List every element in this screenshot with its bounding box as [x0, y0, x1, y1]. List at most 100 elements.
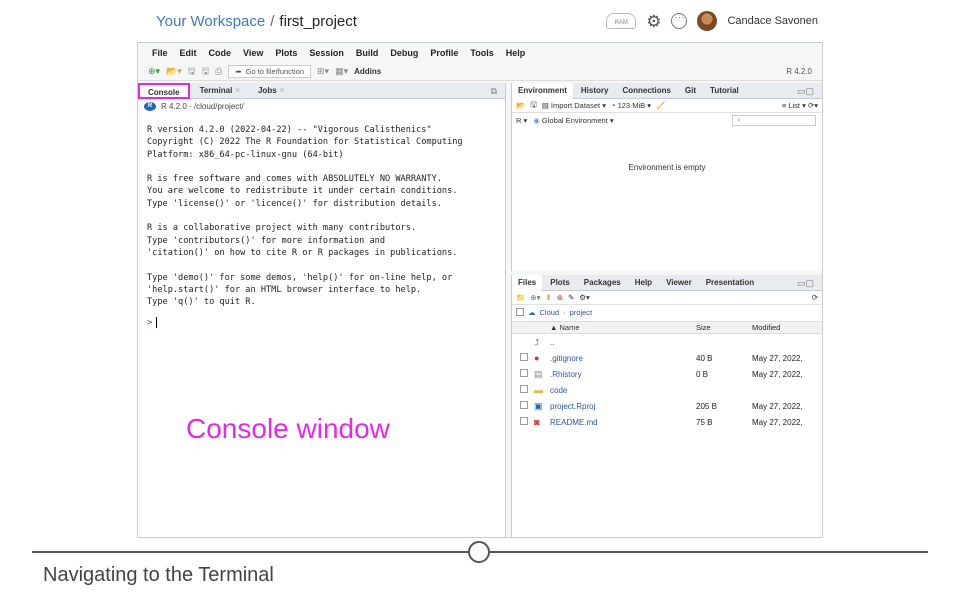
environment-pane: Environment History Connections Git Tuto…: [511, 82, 822, 271]
tab-help[interactable]: Help: [629, 275, 658, 291]
tab-environment[interactable]: Environment: [512, 82, 573, 99]
tab-viewer[interactable]: Viewer: [660, 275, 698, 291]
file-name[interactable]: code: [550, 386, 696, 395]
breadcrumb-cloud[interactable]: Cloud: [540, 308, 560, 317]
console-prompt[interactable]: >: [138, 317, 505, 329]
tab-presentation[interactable]: Presentation: [700, 275, 760, 291]
menu-file[interactable]: File: [152, 48, 168, 58]
gear-icon[interactable]: ⚙: [646, 13, 661, 30]
menu-plots[interactable]: Plots: [275, 48, 297, 58]
maximize-pane-icon[interactable]: ⧉: [491, 86, 497, 97]
grid-icon[interactable]: ▦▾: [335, 66, 348, 77]
open-folder-icon[interactable]: 📂: [516, 101, 525, 110]
menu-help[interactable]: Help: [506, 48, 526, 58]
file-row[interactable]: ◙ README.md 75 B May 27, 2022,: [512, 414, 822, 430]
tab-history[interactable]: History: [575, 83, 615, 99]
tab-tutorial[interactable]: Tutorial: [704, 83, 745, 99]
file-row[interactable]: ▣ project.Rproj 205 B May 27, 2022,: [512, 398, 822, 414]
layout-icon[interactable]: ⊞▾: [317, 66, 329, 77]
files-pane: Files Plots Packages Help Viewer Present…: [511, 274, 822, 537]
menu-session[interactable]: Session: [309, 48, 344, 58]
column-name[interactable]: ▲ Name: [550, 323, 696, 332]
tab-jobs[interactable]: Jobs ×: [250, 83, 292, 99]
parent-directory-row[interactable]: ⮥ ..: [512, 334, 822, 350]
console-line: Type 'demo()' for some demos, 'help()' f…: [147, 272, 453, 283]
menu-edit[interactable]: Edit: [180, 48, 197, 58]
file-size: 0 B: [696, 369, 709, 379]
file-row[interactable]: ● .gitignore 40 B May 27, 2022,: [512, 350, 822, 366]
global-env-selector[interactable]: ◉ Global Environment ▾: [533, 116, 613, 125]
ram-gauge-icon[interactable]: RAM: [606, 13, 637, 29]
file-checkbox[interactable]: [520, 385, 528, 393]
new-folder-icon[interactable]: 📁: [516, 293, 525, 302]
menu-build[interactable]: Build: [356, 48, 379, 58]
avatar[interactable]: [697, 11, 718, 31]
tab-connections[interactable]: Connections: [616, 83, 676, 99]
column-modified[interactable]: Modified: [752, 323, 822, 332]
refresh-icon[interactable]: ⟳: [812, 293, 822, 302]
tab-plots[interactable]: Plots: [544, 275, 576, 291]
console-path[interactable]: R 4.2.0 · /cloud/project/: [161, 102, 244, 111]
addins-menu[interactable]: Addins: [354, 67, 381, 76]
file-checkbox[interactable]: [520, 369, 528, 377]
console-line: Type 'q()' to quit R.: [147, 297, 256, 308]
console-path-bar: R R 4.2.0 · /cloud/project/: [138, 99, 505, 114]
open-project-icon[interactable]: 📂▾: [166, 66, 182, 77]
more-gear-icon[interactable]: ⚙▾: [579, 293, 590, 302]
breadcrumb-project[interactable]: project: [570, 308, 593, 317]
upload-icon[interactable]: ⬆: [545, 293, 551, 302]
import-dataset-button[interactable]: ▤ Import Dataset ▾: [542, 101, 606, 110]
tab-git[interactable]: Git: [679, 83, 702, 99]
menu-code[interactable]: Code: [209, 48, 232, 58]
broom-icon[interactable]: 🧹: [656, 101, 665, 110]
new-file-icon[interactable]: ⊕▾: [148, 66, 160, 77]
more-options-icon[interactable]: ···: [671, 13, 688, 29]
save-icon[interactable]: 🖫: [530, 99, 536, 112]
menu-debug[interactable]: Debug: [390, 48, 418, 58]
rename-icon[interactable]: ✎: [568, 293, 574, 302]
tab-console[interactable]: Console: [138, 82, 190, 99]
tab-terminal[interactable]: Terminal ×: [192, 83, 248, 99]
console-line: R is free software and comes with ABSOLU…: [147, 174, 442, 185]
minimize-maximize-icon[interactable]: ▭▢: [797, 278, 814, 289]
parent-directory-link[interactable]: ..: [550, 338, 696, 347]
file-name[interactable]: .Rhistory: [550, 370, 696, 379]
minimize-maximize-icon[interactable]: ▭▢: [797, 86, 814, 97]
r-version-menu[interactable]: R 4.2.0: [786, 67, 812, 76]
close-icon[interactable]: ×: [280, 86, 285, 95]
delete-icon[interactable]: ⊗: [557, 293, 563, 302]
cloud-icon: ☁: [528, 307, 536, 317]
print-icon[interactable]: ⎙: [215, 66, 222, 77]
save-all-icon[interactable]: 🖫: [201, 64, 209, 80]
column-size[interactable]: Size: [696, 323, 752, 332]
workspace-link[interactable]: Your Workspace: [156, 13, 265, 30]
new-blank-file-icon[interactable]: ⊕▾: [530, 293, 540, 302]
close-icon[interactable]: ×: [235, 86, 240, 95]
goto-file-input[interactable]: ➦ Go to file/function: [228, 65, 312, 78]
file-modified: May 27, 2022,: [752, 401, 803, 411]
user-name[interactable]: Candace Savonen: [727, 15, 818, 27]
markdown-icon: ◙: [534, 417, 540, 427]
file-name[interactable]: README.md: [550, 418, 696, 427]
console-line: Type 'contributors()' for more informati…: [147, 235, 385, 246]
file-checkbox[interactable]: [520, 353, 528, 361]
r-selector[interactable]: R ▾: [516, 116, 527, 125]
menu-profile[interactable]: Profile: [430, 48, 458, 58]
file-name[interactable]: project.Rproj: [550, 402, 696, 411]
menu-view[interactable]: View: [243, 48, 263, 58]
file-checkbox[interactable]: [520, 401, 528, 409]
file-checkbox[interactable]: [520, 417, 528, 425]
tab-files[interactable]: Files: [512, 274, 543, 291]
tab-packages[interactable]: Packages: [578, 275, 627, 291]
menu-tools[interactable]: Tools: [470, 48, 493, 58]
list-view-menu[interactable]: ≡ List ▾ ⟳▾: [782, 101, 822, 110]
memory-usage[interactable]: ◔ 123 MiB ▾: [611, 101, 651, 110]
file-row[interactable]: ▬ code: [512, 382, 822, 398]
select-all-checkbox[interactable]: [516, 308, 524, 316]
file-row[interactable]: ▤ .Rhistory 0 B May 27, 2022,: [512, 366, 822, 382]
file-name[interactable]: .gitignore: [550, 354, 696, 363]
save-icon[interactable]: 🖫: [188, 64, 196, 80]
console-line: 'help.start()' for an HTML browser inter…: [147, 284, 422, 295]
environment-search-input[interactable]: ⌕: [732, 114, 816, 126]
